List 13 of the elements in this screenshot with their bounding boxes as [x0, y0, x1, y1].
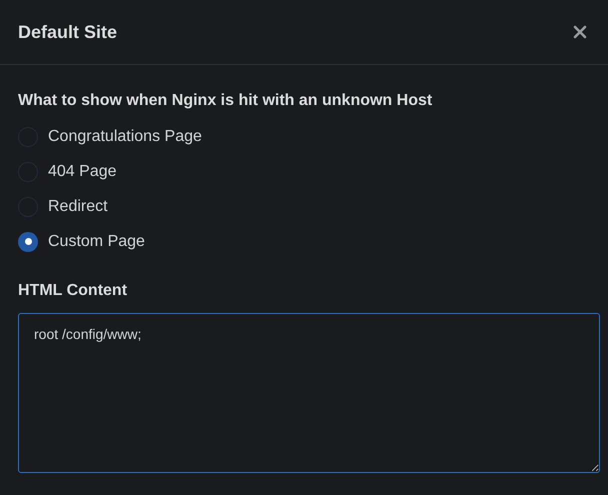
- close-icon: [573, 25, 587, 39]
- radio-option[interactable]: Congratulations Page: [18, 119, 202, 154]
- radio-button[interactable]: [18, 162, 38, 182]
- radio-button[interactable]: [18, 126, 38, 146]
- radio-option[interactable]: Custom Page: [18, 224, 145, 259]
- question-label: What to show when Nginx is hit with an unknown Host: [18, 91, 434, 111]
- field-label: HTML Content: [18, 281, 128, 301]
- html-content-field[interactable]: root /config/www;: [18, 313, 600, 473]
- radio-button[interactable]: [18, 232, 38, 252]
- radio-option[interactable]: Redirect: [18, 189, 108, 224]
- radio-option[interactable]: 404 Page: [18, 154, 117, 189]
- dialog-title: Default Site: [18, 20, 118, 44]
- radio-button[interactable]: [18, 196, 38, 216]
